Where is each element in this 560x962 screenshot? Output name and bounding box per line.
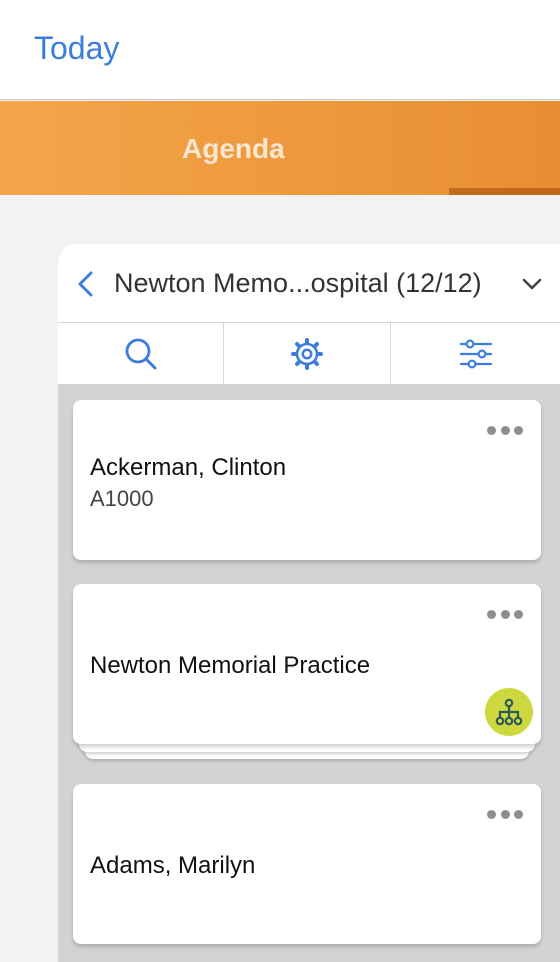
today-link[interactable]: Today bbox=[34, 30, 119, 67]
context-title[interactable]: Newton Memo...ospital (12/12) bbox=[114, 268, 482, 299]
chevron-down-icon[interactable] bbox=[520, 272, 544, 296]
panel-toolbar bbox=[58, 323, 560, 384]
top-bar: Today bbox=[0, 0, 560, 100]
more-options-icon[interactable] bbox=[487, 422, 523, 438]
card-name: Ackerman, Clinton bbox=[90, 454, 287, 481]
account-panel: Newton Memo...ospital (12/12) Ackerman, … bbox=[58, 244, 560, 962]
org-hierarchy-badge bbox=[485, 688, 533, 736]
search-button[interactable] bbox=[58, 323, 224, 384]
more-options-icon[interactable] bbox=[487, 606, 523, 622]
settings-button[interactable] bbox=[224, 323, 391, 384]
list-item-card[interactable]: Adams, Marilyn bbox=[73, 784, 541, 944]
sliders-icon bbox=[459, 338, 492, 369]
tab-bar: Agenda bbox=[0, 101, 560, 195]
org-hierarchy-icon bbox=[495, 698, 523, 726]
card-name: Newton Memorial Practice bbox=[90, 652, 371, 679]
back-chevron-icon[interactable] bbox=[74, 268, 98, 300]
filter-button[interactable] bbox=[391, 323, 560, 384]
card-name: Adams, Marilyn bbox=[90, 852, 256, 879]
search-icon bbox=[125, 338, 156, 369]
tab-indicator bbox=[449, 188, 560, 195]
list-item-card[interactable]: Newton Memorial Practice bbox=[73, 584, 541, 744]
card-id: A1000 bbox=[90, 486, 154, 511]
tab-agenda[interactable]: Agenda bbox=[182, 133, 285, 165]
gear-icon bbox=[291, 337, 323, 370]
panel-header: Newton Memo...ospital (12/12) bbox=[58, 244, 560, 323]
list-item-card[interactable]: Ackerman, Clinton A1000 bbox=[73, 400, 541, 560]
more-options-icon[interactable] bbox=[487, 806, 523, 822]
